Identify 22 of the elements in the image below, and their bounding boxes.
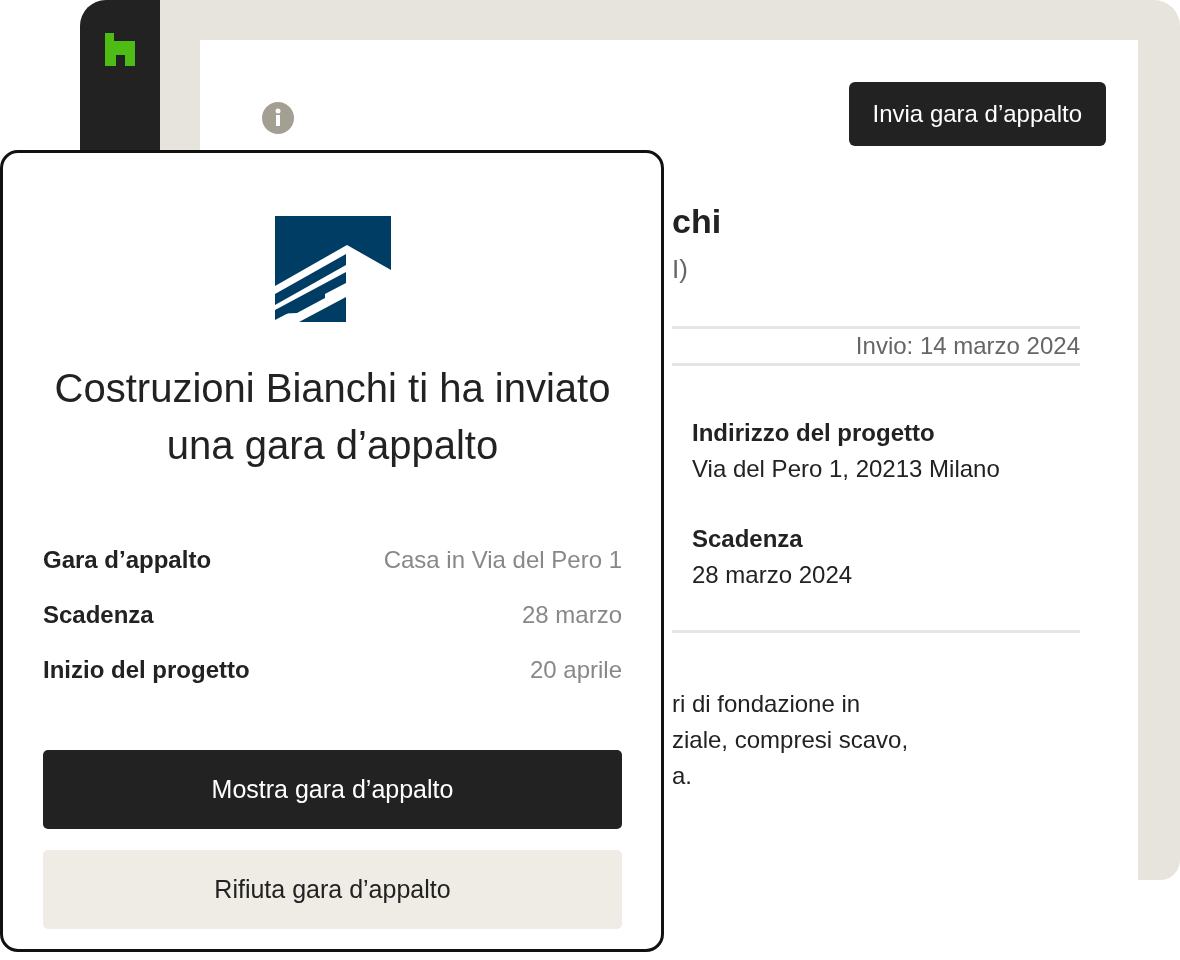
company-location: I)	[672, 253, 689, 286]
company-name: chi	[672, 201, 723, 242]
decline-button[interactable]: Rifiuta gara d’appalto	[43, 850, 622, 929]
sent-date: Invio: 14 marzo 2024	[855, 331, 1080, 361]
field-value: 28 marzo	[521, 600, 622, 630]
description-text: ziale, compresi scavo,	[672, 725, 910, 755]
field-label: Scadenza	[43, 600, 154, 630]
field-value: 20 aprile	[529, 655, 622, 685]
send-button[interactable]: Invia gara d’appalto	[848, 82, 1106, 146]
description-text: a.	[672, 761, 693, 791]
field-label: Inizio del progetto	[43, 655, 250, 685]
view-button[interactable]: Mostra gara d’appalto	[43, 750, 622, 829]
field-value: Casa in Via del Pero 1	[383, 545, 622, 575]
invite-title: Costruzioni Bianchi ti ha inviato una gara d’appalto	[53, 365, 612, 469]
description-text: ri di fondazione in	[672, 689, 862, 719]
detail-label: Indirizzo del progetto	[692, 418, 936, 448]
info-icon[interactable]	[262, 102, 294, 134]
detail-value: 28 marzo 2024	[692, 560, 854, 590]
logo-icon	[105, 33, 135, 66]
detail-label: Scadenza	[692, 524, 804, 554]
field-label: Gara d’appalto	[43, 545, 212, 575]
detail-value: Via del Pero 1, 20213 Milano	[692, 454, 1001, 484]
